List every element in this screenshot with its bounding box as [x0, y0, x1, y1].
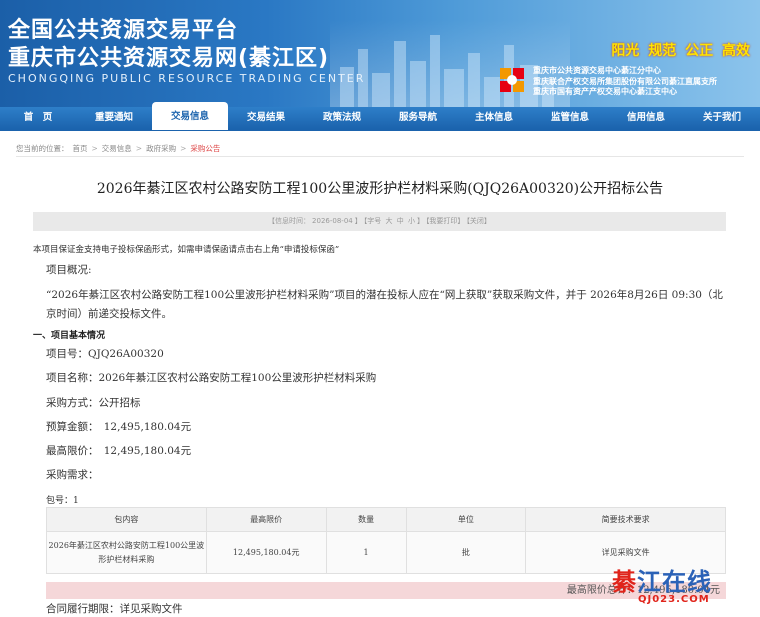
print-button[interactable]: 【我要打印】 [426, 217, 465, 225]
org-name: 重庆联合产权交易所集团股份有限公司綦江直属支所 [533, 76, 717, 86]
nav-item-service-guide[interactable]: 服务导航 [380, 106, 456, 130]
nav-item-supervision[interactable]: 监管信息 [532, 106, 608, 130]
breadcrumb: 您当前的位置： 首页 > 交易信息 > 政府采购 > 采购公告 [16, 141, 744, 155]
org-names: 重庆市公共资源交易中心綦江分中心 重庆联合产权交易所集团股份有限公司綦江直属支所… [533, 66, 717, 98]
breadcrumb-prefix: 您当前的位置： [16, 143, 69, 153]
article-title: 2026年綦江区农村公路安防工程100公里波形护栏材料采购(QJQ26A0032… [96, 181, 664, 197]
article-info-bar: 【信息时间： 2026-08-04】【字号 大 中 小】【我要打印】 【关闭】 [33, 212, 726, 231]
font-size-close: 】 [416, 217, 424, 225]
breadcrumb-divider [16, 156, 744, 157]
org-name: 重庆市公共资源交易中心綦江分中心 [533, 66, 661, 75]
table-header-row: 包内容 最高限价 数量 单位 简要技术要求 [46, 507, 726, 532]
breadcrumb-separator: > [180, 143, 187, 153]
table-header: 包内容 [46, 507, 207, 532]
nav-item-about[interactable]: 关于我们 [684, 106, 760, 130]
table-header: 简要技术要求 [525, 507, 726, 532]
breadcrumb-separator: > [135, 143, 143, 153]
font-size-label: 【字号 [363, 217, 382, 225]
site-title-line2: 重庆市公共资源交易网(綦江区) [8, 46, 330, 71]
field-project-no: 项目号：QJQ26A00320 [46, 348, 164, 360]
contract-period: 合同履行期限：详见采购文件 [46, 603, 183, 615]
breadcrumb-item-gov-procurement[interactable]: 政府采购 [146, 143, 176, 154]
org-name: 重庆市国有资产产权交易中心綦江支中心 [533, 87, 677, 96]
nav-item-trade-info[interactable]: 交易信息 [152, 102, 228, 130]
main-nav: 首 页 重要通知 交易信息 交易结果 政策法规 服务导航 主体信息 监管信息 信… [0, 102, 760, 131]
site-banner: 全国公共资源交易平台 重庆市公共资源交易网(綦江区) CHONGQING PUB… [0, 0, 760, 107]
site-title-english: CHONGQING PUBLIC RESOURCE TRADING CENTER [8, 72, 366, 85]
guarantee-note: 本项目保证金支持电子投标保函形式，如需申请保函请点击右上角“申请投标保函” [33, 245, 340, 255]
table-cell: 1 [325, 531, 407, 574]
info-date-label: 【信息时间： [268, 217, 311, 225]
table-header: 最高限价 [205, 507, 327, 532]
package-no: 包号：1 [46, 496, 79, 506]
nav-item-credit[interactable]: 信用信息 [608, 106, 684, 130]
table-cell: 批 [405, 531, 527, 574]
nav-item-policies[interactable]: 政策法规 [304, 106, 380, 130]
table-cell: 详见采购文件 [525, 531, 726, 574]
field-max-price: 最高限价： 12,495,180.04元 [46, 445, 192, 457]
breadcrumb-item-trade-info[interactable]: 交易信息 [102, 143, 132, 154]
table-row: 2026年綦江区农村公路安防工程100公里波形护栏材料采购 12,495,180… [46, 531, 726, 574]
nav-item-notices[interactable]: 重要通知 [76, 106, 152, 130]
procurement-table: 包内容 最高限价 数量 单位 简要技术要求 2026年綦江区农村公路安防工程10… [46, 507, 726, 574]
trading-center-logo-icon [500, 68, 524, 92]
field-project-name: 项目名称：2026年綦江区农村公路安防工程100公里波形护栏材料采购 [46, 372, 377, 384]
info-date: 2026-08-04 [312, 217, 353, 225]
breadcrumb-item-current[interactable]: 采购公告 [190, 143, 220, 154]
info-date-close: 】 [354, 217, 362, 225]
table-header: 单位 [405, 507, 527, 532]
table-header: 数量 [325, 507, 407, 532]
site-slogan: 阳光 规范 公正 高效 [611, 43, 750, 59]
font-size-small-button[interactable]: 小 [408, 217, 415, 225]
section-heading: 一、项目基本情况 [33, 331, 106, 341]
breadcrumb-separator: > [91, 143, 98, 153]
overview-text: “2026年綦江区农村公路安防工程100公里波形护栏材料采购”项目的潜在投标人应… [46, 289, 723, 320]
font-size-medium-button[interactable]: 中 [397, 217, 404, 225]
nav-item-trade-results[interactable]: 交易结果 [228, 106, 304, 130]
nav-item-home[interactable]: 首 页 [0, 106, 76, 130]
font-size-large-button[interactable]: 大 [385, 217, 392, 225]
field-demand: 采购需求： [46, 469, 99, 481]
close-button[interactable]: 【关闭】 [466, 217, 491, 225]
max-price-total: 最高限价总计：12,495,180.04元 [46, 582, 726, 599]
table-cell: 2026年綦江区农村公路安防工程100公里波形护栏材料采购 [46, 531, 207, 574]
breadcrumb-item-home[interactable]: 首页 [73, 143, 88, 154]
overview-label: 项目概况: [46, 264, 92, 276]
field-method: 采购方式：公开招标 [46, 397, 141, 409]
field-budget: 预算金额： 12,495,180.04元 [46, 421, 192, 433]
nav-item-entity-info[interactable]: 主体信息 [456, 106, 532, 130]
table-cell: 12,495,180.04元 [205, 531, 327, 574]
